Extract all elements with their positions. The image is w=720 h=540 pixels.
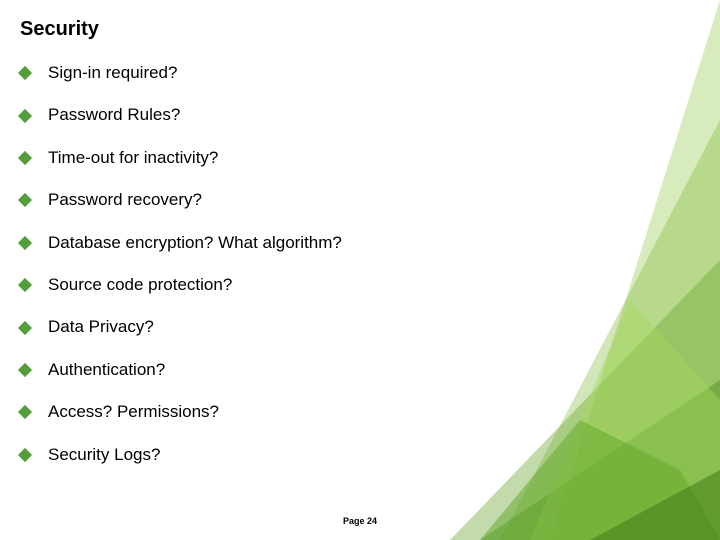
bullet-text: Time-out for inactivity? <box>48 148 218 168</box>
slide: Security Sign-in required? Password Rule… <box>0 0 720 540</box>
list-item: Data Privacy? <box>20 317 680 337</box>
page-number: Page 24 <box>0 516 720 526</box>
list-item: Access? Permissions? <box>20 402 680 422</box>
bullet-text: Source code protection? <box>48 275 232 295</box>
bullet-icon <box>18 405 32 419</box>
bullet-icon <box>18 363 32 377</box>
list-item: Password Rules? <box>20 105 680 125</box>
bullet-icon <box>18 236 32 250</box>
bullet-icon <box>18 66 32 80</box>
bullet-icon <box>18 320 32 334</box>
list-item: Sign-in required? <box>20 63 680 83</box>
bullet-text: Authentication? <box>48 360 165 380</box>
bullet-icon <box>18 193 32 207</box>
bullet-text: Access? Permissions? <box>48 402 219 422</box>
list-item: Source code protection? <box>20 275 680 295</box>
bullet-icon <box>18 109 32 123</box>
list-item: Security Logs? <box>20 445 680 465</box>
list-item: Database encryption? What algorithm? <box>20 233 680 253</box>
content-area: Security Sign-in required? Password Rule… <box>20 18 680 487</box>
bullet-text: Password recovery? <box>48 190 202 210</box>
list-item: Authentication? <box>20 360 680 380</box>
list-item: Time-out for inactivity? <box>20 148 680 168</box>
bullet-icon <box>18 448 32 462</box>
bullet-text: Password Rules? <box>48 105 180 125</box>
bullet-icon <box>18 151 32 165</box>
bullet-list: Sign-in required? Password Rules? Time-o… <box>20 63 680 465</box>
slide-title: Security <box>20 18 680 41</box>
bullet-text: Database encryption? What algorithm? <box>48 233 342 253</box>
bullet-text: Data Privacy? <box>48 317 154 337</box>
list-item: Password recovery? <box>20 190 680 210</box>
bullet-text: Sign-in required? <box>48 63 177 83</box>
bullet-text: Security Logs? <box>48 445 160 465</box>
bullet-icon <box>18 278 32 292</box>
